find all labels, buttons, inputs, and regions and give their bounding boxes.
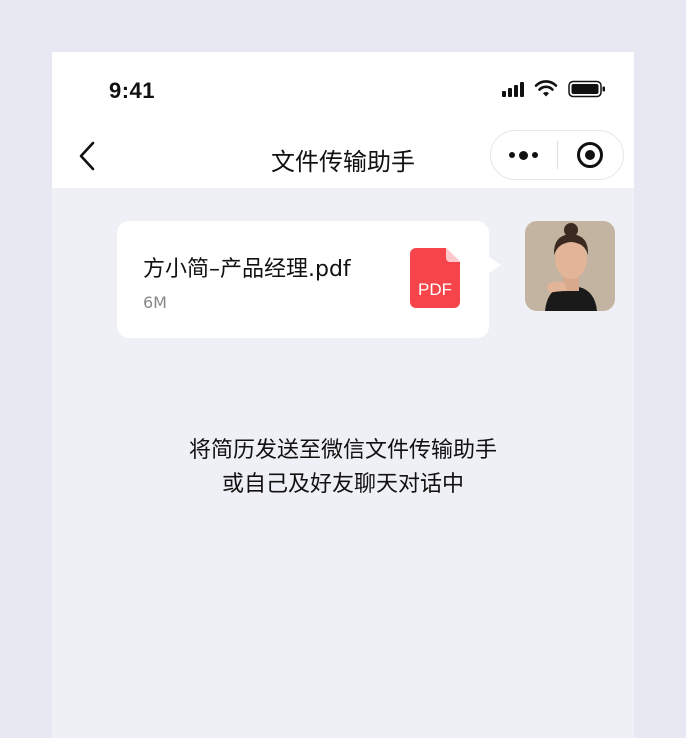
- pdf-label: PDF: [418, 280, 452, 299]
- wifi-icon: [534, 80, 558, 97]
- file-name: 方小简–产品经理.pdf: [143, 257, 351, 282]
- avatar[interactable]: [525, 221, 615, 311]
- status-time: 9:41: [109, 78, 156, 103]
- instruction-line-1: 将简历发送至微信文件传输助手: [188, 438, 497, 463]
- status-icons: [502, 80, 606, 98]
- target-circle-icon: [577, 142, 604, 168]
- phone-screen: 9:41 文件传输助手 方小简–产品经理.pdf 6M PDF 将简历发送至微信…: [52, 52, 634, 738]
- file-message-bubble[interactable]: 方小简–产品经理.pdf 6M PDF: [117, 221, 501, 338]
- instruction-text: 将简历发送至微信文件传输助手 或自己及好友聊天对话中: [52, 434, 634, 502]
- battery-icon: [568, 80, 605, 98]
- navigation-bar: 文件传输助手: [52, 130, 634, 182]
- instruction-line-2: 或自己及好友聊天对话中: [221, 472, 464, 497]
- bubble-tail: [489, 257, 501, 273]
- top-bar: 9:41 文件传输助手: [52, 52, 634, 188]
- close-mini-program-button[interactable]: [558, 131, 624, 179]
- pdf-file-icon: PDF: [410, 248, 460, 308]
- more-dots-icon: [509, 150, 539, 160]
- avatar-photo: [525, 221, 615, 311]
- more-button[interactable]: [491, 131, 557, 179]
- mini-program-capsule: [490, 130, 624, 180]
- file-size: 6M: [143, 293, 167, 312]
- signal-icon: [502, 81, 524, 97]
